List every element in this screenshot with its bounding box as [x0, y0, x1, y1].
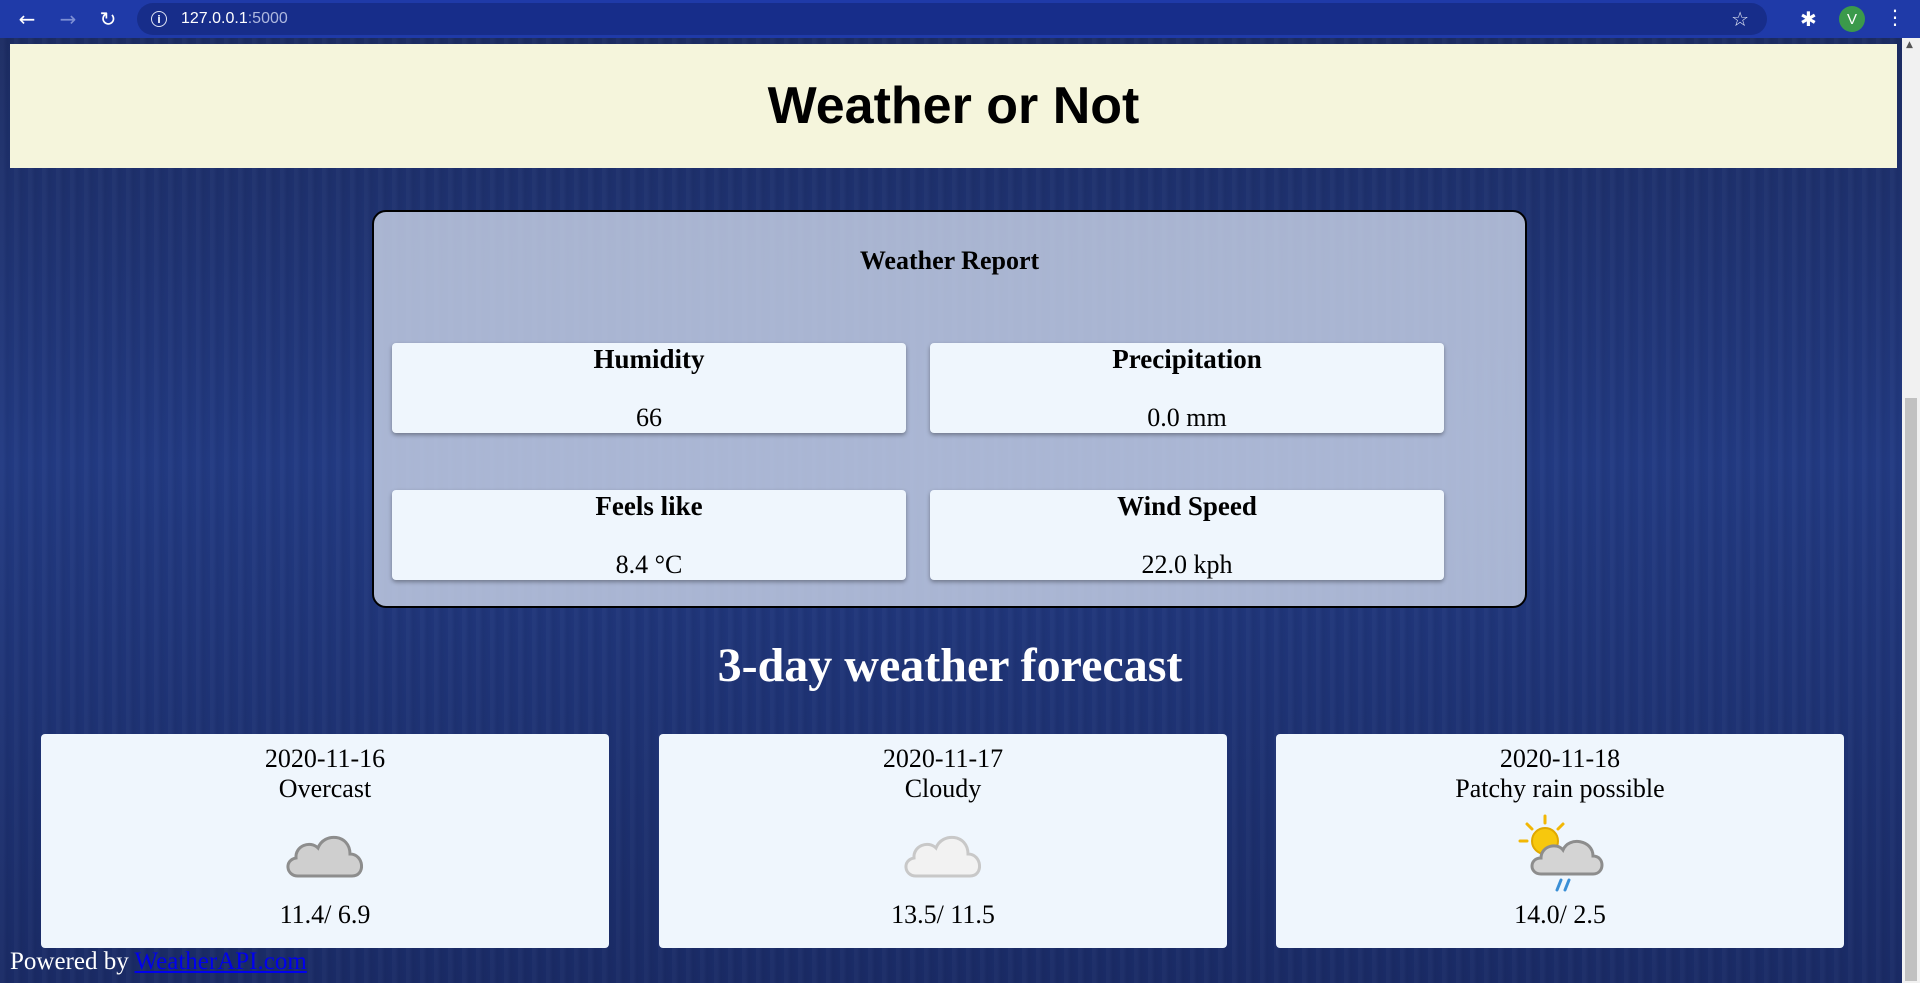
powered-by-footer: Powered by WeatherAPI.com [10, 948, 307, 976]
powered-by-text: Powered by [10, 948, 129, 975]
precipitation-label: Precipitation [1112, 344, 1262, 374]
extensions-icon[interactable]: ✱ [1800, 7, 1817, 31]
precipitation-card: Precipitation 0.0 mm [930, 343, 1444, 433]
feels-like-label: Feels like [595, 491, 703, 521]
page-scrollbar[interactable]: ▲ [1902, 38, 1920, 983]
wind-speed-label: Wind Speed [1117, 491, 1257, 521]
overcast-icon [286, 836, 363, 878]
humidity-value: 66 [636, 403, 662, 432]
forecast-date: 2020-11-16 [264, 744, 386, 773]
site-info-icon[interactable]: i [151, 11, 167, 27]
site-header: Weather or Not [10, 44, 1897, 168]
humidity-card: Humidity 66 [392, 343, 906, 433]
forecast-temps: 11.4/ 6.9 [279, 900, 371, 929]
address-bar[interactable]: i 127.0.0.1:5000 ☆ [137, 3, 1767, 35]
forecast-day-card: 2020-11-17 Cloudy 13.5/ 11.5 [659, 734, 1227, 948]
forecast-condition: Overcast [278, 774, 372, 803]
bookmark-star-icon[interactable]: ☆ [1731, 7, 1749, 31]
weatherapi-link[interactable]: WeatherAPI.com [135, 948, 307, 975]
forecast-day-card: 2020-11-18 Patchy rain possible 14.0/ 2.… [1276, 734, 1844, 948]
page-title: Weather or Not [767, 77, 1140, 135]
reload-icon[interactable]: ↻ [91, 2, 125, 36]
browser-menu-icon[interactable]: ⋮ [1885, 5, 1905, 29]
patchy-rain-icon [1518, 814, 1604, 892]
weather-report-panel: Weather Report Humidity 66 Precipitation… [372, 210, 1527, 608]
wind-speed-value: 22.0 kph [1141, 550, 1233, 579]
forecast-date: 2020-11-18 [1499, 744, 1621, 773]
precipitation-value: 0.0 mm [1147, 403, 1227, 432]
feels-like-value: 8.4 °C [615, 550, 683, 579]
forecast-title: 3-day weather forecast [717, 639, 1183, 692]
forecast-temps: 13.5/ 11.5 [891, 900, 995, 929]
back-icon[interactable]: ← [10, 2, 44, 36]
forecast-day-card: 2020-11-16 Overcast 11.4/ 6.9 [41, 734, 609, 948]
humidity-label: Humidity [593, 344, 705, 374]
profile-avatar[interactable]: V [1839, 6, 1865, 32]
url-text: 127.0.0.1:5000 [181, 10, 288, 27]
page-viewport: Weather or Not Weather Report Humidity 6… [0, 38, 1902, 983]
browser-toolbar: ← → ↻ i 127.0.0.1:5000 ☆ ✱ V ⋮ [0, 0, 1920, 38]
cloudy-icon [904, 836, 981, 878]
forecast-temps: 14.0/ 2.5 [1514, 900, 1606, 929]
scroll-up-icon[interactable]: ▲ [1906, 40, 1913, 50]
forecast-date: 2020-11-17 [882, 744, 1004, 773]
forecast-condition: Cloudy [904, 774, 982, 803]
report-title: Weather Report [859, 246, 1040, 275]
forward-icon[interactable]: → [51, 2, 85, 36]
forecast-condition: Patchy rain possible [1455, 774, 1665, 803]
feels-like-card: Feels like 8.4 °C [392, 490, 906, 580]
scrollbar-thumb[interactable] [1905, 398, 1917, 981]
wind-speed-card: Wind Speed 22.0 kph [930, 490, 1444, 580]
